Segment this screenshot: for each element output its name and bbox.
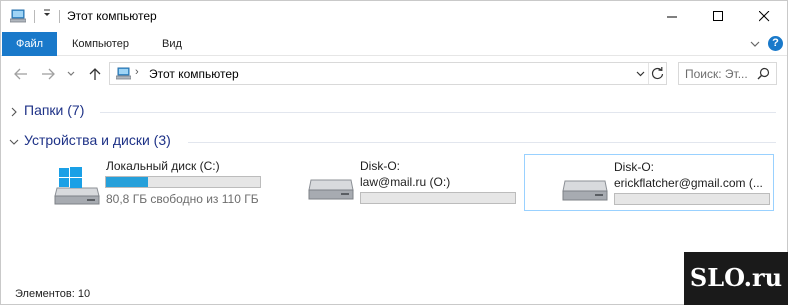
up-arrow-icon[interactable] bbox=[87, 66, 103, 82]
quick-access-dropdown-icon[interactable] bbox=[41, 7, 53, 25]
tab-computer[interactable]: Компьютер bbox=[72, 32, 129, 56]
address-divider bbox=[648, 63, 649, 84]
title-bar: Этот компьютер bbox=[1, 1, 787, 32]
drive-item-disk-o-law[interactable]: Disk-O: law@mail.ru (O:) bbox=[304, 154, 520, 210]
window-title: Этот компьютер bbox=[67, 9, 157, 23]
search-input[interactable]: Поиск: Эт... bbox=[678, 62, 777, 85]
forward-arrow-icon[interactable] bbox=[40, 66, 56, 82]
network-drive-icon bbox=[307, 168, 357, 208]
breadcrumb-separator-icon[interactable]: › bbox=[135, 66, 139, 78]
group-divider bbox=[188, 142, 776, 143]
minimize-button[interactable] bbox=[649, 1, 695, 32]
tab-file[interactable]: Файл bbox=[2, 32, 57, 56]
help-icon[interactable]: ? bbox=[768, 36, 783, 51]
watermark-text: SLO.ru bbox=[689, 263, 783, 292]
ribbon-tabs: Файл Компьютер Вид ? bbox=[1, 32, 787, 56]
item-count: Элементов: 10 bbox=[15, 288, 91, 300]
drive-subtitle: erickflatcher@gmail.com (... bbox=[614, 176, 763, 190]
group-divider bbox=[100, 112, 776, 113]
explorer-window: Этот компьютер Файл Компьютер Вид ? › Эт… bbox=[0, 0, 788, 305]
watermark-logo: SLO.ru bbox=[684, 252, 788, 305]
group-title-devices[interactable]: Устройства и диски (3) bbox=[24, 132, 171, 148]
drive-usage-bar bbox=[614, 193, 770, 205]
network-drive-icon bbox=[561, 169, 611, 209]
toolbar-separator bbox=[34, 10, 35, 23]
breadcrumb[interactable]: Этот компьютер bbox=[149, 67, 239, 81]
search-placeholder: Поиск: Эт... bbox=[685, 67, 748, 81]
maximize-button[interactable] bbox=[695, 1, 741, 32]
content-area: Папки (7) Устройства и диски (3) Локальн… bbox=[1, 92, 787, 282]
address-dropdown-icon[interactable] bbox=[635, 68, 646, 79]
drive-usage-bar bbox=[105, 176, 261, 188]
drive-item-disk-o-erick[interactable]: Disk-O: erickflatcher@gmail.com (... bbox=[524, 154, 774, 211]
computer-icon[interactable] bbox=[9, 9, 27, 23]
drive-name: Disk-O: bbox=[614, 160, 654, 174]
group-header-devices[interactable]: Устройства и диски (3) bbox=[1, 130, 787, 152]
close-button[interactable] bbox=[741, 1, 787, 32]
drive-name: Локальный диск (C:) bbox=[106, 159, 220, 173]
windows-drive-icon bbox=[53, 166, 103, 206]
chevron-down-icon[interactable] bbox=[9, 136, 19, 146]
computer-icon bbox=[115, 67, 132, 80]
tab-view[interactable]: Вид bbox=[162, 32, 182, 56]
drive-item-c[interactable]: Локальный диск (C:) 80,8 ГБ свободно из … bbox=[49, 154, 265, 210]
drive-name: Disk-O: bbox=[360, 159, 400, 173]
drive-usage-bar bbox=[360, 192, 516, 204]
navigation-bar: › Этот компьютер Поиск: Эт... bbox=[1, 56, 787, 92]
recent-locations-chevron-icon[interactable] bbox=[65, 66, 77, 82]
drive-free-space: 80,8 ГБ свободно из 110 ГБ bbox=[106, 192, 259, 206]
toolbar-separator bbox=[59, 10, 60, 23]
search-icon[interactable] bbox=[757, 67, 770, 80]
back-arrow-icon[interactable] bbox=[13, 66, 29, 82]
expand-ribbon-chevron-icon[interactable] bbox=[749, 38, 761, 50]
status-bar: Элементов: 10 bbox=[1, 282, 787, 304]
group-header-folders[interactable]: Папки (7) bbox=[1, 100, 787, 122]
address-bar[interactable]: › Этот компьютер bbox=[109, 62, 667, 85]
refresh-icon[interactable] bbox=[650, 66, 665, 81]
chevron-right-icon[interactable] bbox=[9, 106, 19, 117]
drive-subtitle: law@mail.ru (O:) bbox=[360, 175, 451, 189]
group-title-folders[interactable]: Папки (7) bbox=[24, 102, 84, 118]
drive-usage-fill bbox=[106, 177, 148, 187]
